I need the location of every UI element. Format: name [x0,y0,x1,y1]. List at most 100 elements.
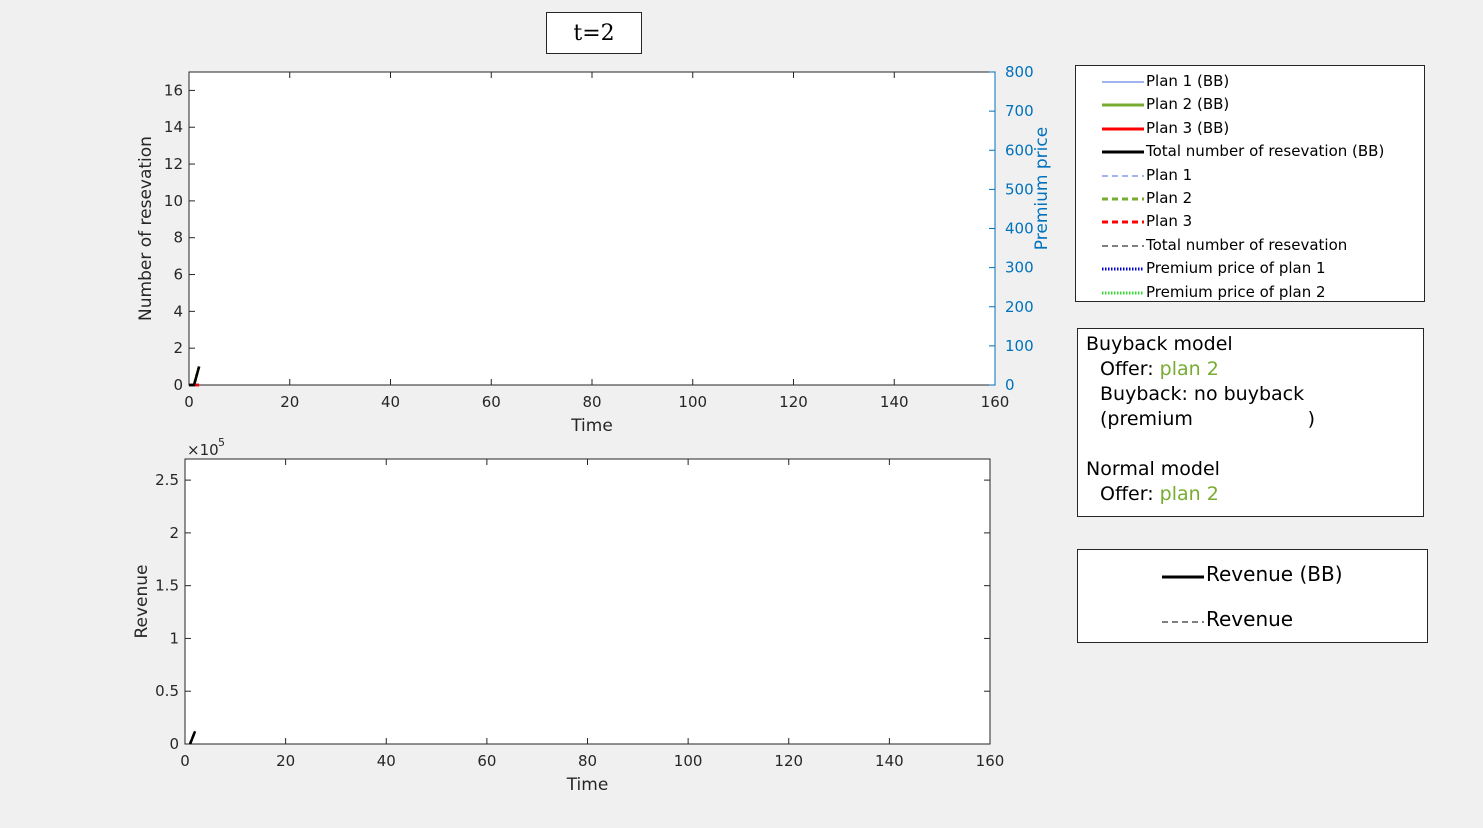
normal-title: Normal model [1086,458,1220,480]
top-legend: Plan 1 (BB) Plan 2 (BB) Plan 3 (BB) Total n… [1075,65,1425,302]
y-axis-label: Number of resevation [136,136,156,321]
legend-entry: Total number of resevation (BB) [1076,140,1424,163]
legend-line-sample [1102,267,1144,271]
legend-entry: Total number of resevation [1076,234,1424,257]
y-tick-label: 2.5 [155,471,179,489]
legend-label: Premium price of plan 2 [1146,282,1326,301]
legend-label: Plan 2 [1146,189,1193,207]
legend-label: Plan 2 (BB) [1146,95,1230,114]
legend-entry: Plan 3 [1076,210,1424,233]
x-tick-label: 160 [981,393,1010,411]
legend-line-sample [1162,621,1204,623]
y-tick-label: 16 [164,81,183,99]
y-tick-label: 12 [164,155,183,173]
y-tick-label: 4 [173,302,183,320]
buyback-title: Buyback model [1086,333,1233,355]
x-tick-label: 60 [482,393,501,411]
legend-entry: Revenue [1078,607,1427,637]
y-tick-label: 14 [164,118,183,136]
legend-line-sample [1162,575,1204,579]
x-axis-label: Time [566,775,609,795]
x-tick-label: 80 [578,752,597,770]
legend-line-sample [1102,197,1144,201]
x-tick-label: 40 [381,393,400,411]
plot-area [189,72,995,385]
x-tick-label: 140 [875,752,904,770]
y-tick-label: 2 [173,339,183,357]
legend-label: Revenue [1206,607,1294,631]
y-tick-label: 10 [164,192,183,210]
legend-entry: Plan 3 (BB) [1076,117,1424,140]
legend-line-sample [1102,291,1144,295]
x-tick-label: 0 [184,393,194,411]
legend-line-sample [1102,220,1144,224]
x-tick-label: 120 [779,393,808,411]
x-tick-label: 20 [276,752,295,770]
legend-label: Plan 3 [1146,212,1193,231]
y2-tick-label: 0 [1005,376,1015,394]
legend-label: Plan 3 (BB) [1146,118,1230,137]
x-tick-label: 80 [582,393,601,411]
y2-tick-label: 800 [1005,63,1034,81]
x-tick-label: 100 [678,393,707,411]
y-tick-label: 1.5 [155,577,179,595]
normal-offer-value: plan 2 [1159,483,1219,505]
info-textbox: Buyback model Offer: plan 2 Buyback: no … [1077,328,1424,517]
y-tick-label: 0.5 [155,682,179,700]
y-tick-label: 0 [169,735,179,753]
legend-entry: Premium price of plan 1 [1076,257,1424,280]
x-tick-label: 40 [377,752,396,770]
offer-label: Offer: [1100,483,1160,505]
legend-line-sample [1102,81,1144,83]
legend-line-sample [1102,150,1144,154]
y-tick-label: 0 [173,376,183,394]
buyback-status: Buyback: no buyback [1100,383,1305,405]
legend-label: Premium price of plan 1 [1146,259,1326,278]
y2-tick-label: 400 [1005,220,1034,238]
y2-tick-label: 100 [1005,337,1034,355]
y-tick-label: 8 [173,229,183,247]
y2-tick-label: 200 [1005,298,1034,316]
premium-line: (premium ) [1100,408,1316,430]
plot-area [185,459,990,744]
x-tick-label: 0 [180,752,190,770]
y2-tick-label: 700 [1005,102,1034,120]
x-tick-label: 120 [774,752,803,770]
y2-axis-label: Premium price [1032,127,1052,250]
x-tick-label: 20 [280,393,299,411]
legend-entry: Plan 1 [1076,164,1424,187]
legend-label: Revenue (BB) [1206,562,1343,586]
normal-offer-line: Offer: plan 2 [1100,483,1219,505]
y-tick-label: 1 [169,629,179,647]
y-exponent-power: 5 [218,436,225,449]
y2-tick-label: 300 [1005,259,1034,277]
legend-entry: Plan 1 (BB) [1076,70,1424,93]
legend-entry: Plan 2 [1076,187,1424,210]
x-axis-label: Time [570,416,613,436]
legend-label: Total number of resevation (BB) [1146,142,1385,161]
buyback-offer-value: plan 2 [1159,358,1219,380]
legend-line-sample [1102,175,1144,177]
bottom-legend: Revenue (BB) Revenue [1077,549,1428,643]
y-tick-label: 6 [173,266,183,284]
x-tick-label: 60 [477,752,496,770]
x-tick-label: 140 [880,393,909,411]
figure-title: t=2 [546,12,642,54]
legend-line-sample [1102,127,1144,131]
legend-label: Plan 1 [1146,165,1193,184]
legend-label: Total number of resevation [1146,235,1348,254]
y2-tick-label: 500 [1005,180,1034,198]
y-tick-label: 2 [169,524,179,542]
offer-label: Offer: [1100,358,1160,380]
x-tick-label: 100 [674,752,703,770]
x-tick-label: 160 [976,752,1005,770]
legend-entry: Plan 2 (BB) [1076,93,1424,116]
legend-entry: Premium price of plan 2 [1076,281,1424,304]
legend-line-sample [1102,103,1144,107]
y-exponent-label: ×10 [187,441,219,459]
legend-label: Plan 1 (BB) [1146,72,1230,90]
bottom-chart: 0 20 40 60 80 100 120 140 160 0 0.5 1 1.5 2 2.5 Time Rev… [132,436,1004,795]
top-chart: 0 20 40 60 80 100 120 140 1600246810121416TimeNu… [136,63,1052,436]
legend-line-sample [1102,245,1144,247]
y2-tick-label: 600 [1005,141,1034,159]
